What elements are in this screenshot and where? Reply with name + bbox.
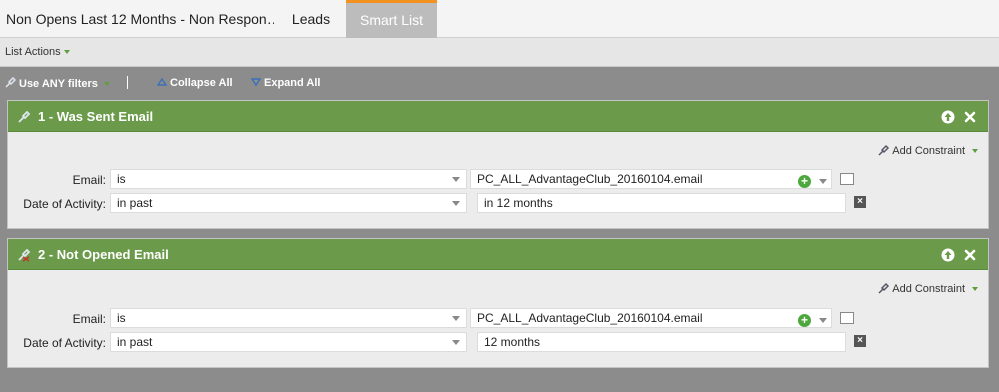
tab-smart-list-name[interactable]: Non Opens Last 12 Months - Non Respon…: [6, 0, 274, 38]
date-of-activity-label: Date of Activity:: [23, 197, 106, 211]
email-operator-select[interactable]: is: [110, 308, 467, 328]
delete-row-icon[interactable]: ×: [854, 335, 866, 347]
not-filter-icon: [18, 248, 31, 262]
filter-group-header[interactable]: 1 - Was Sent Email: [8, 101, 988, 132]
chevron-down-icon: [452, 177, 460, 182]
divider: [127, 76, 128, 89]
filter-group-2: 2 - Not Opened Email Add Constraint Emai…: [7, 238, 989, 368]
arrow-up-icon[interactable]: [941, 248, 955, 262]
chevron-down-icon[interactable]: [819, 179, 827, 184]
expand-all-label: Expand All: [264, 77, 321, 89]
email-value: PC_ALL_AdvantageClub_20160104.email: [477, 172, 703, 186]
filter-group-1: 1 - Was Sent Email Add Constraint Email:…: [7, 100, 989, 229]
email-operator-select[interactable]: is: [110, 169, 467, 189]
chevron-down-icon: [452, 340, 460, 345]
add-constraint-button[interactable]: Add Constraint: [878, 282, 978, 295]
use-any-filters-label: Use ANY filters: [19, 78, 98, 90]
email-value-select[interactable]: PC_ALL_AdvantageClub_20160104.email: [470, 308, 832, 328]
date-value-field[interactable]: in 12 months: [477, 193, 846, 213]
date-value-field[interactable]: 12 months: [477, 332, 846, 352]
chevron-down-icon: [972, 287, 978, 292]
plus-circle-icon[interactable]: +: [798, 314, 811, 327]
filter-icon: [5, 76, 17, 88]
add-constraint-label: Add Constraint: [892, 145, 965, 157]
chevron-down-icon[interactable]: [819, 318, 827, 323]
add-constraint-label: Add Constraint: [892, 283, 965, 295]
date-operator-value: in past: [117, 335, 153, 349]
filter-group-title: 2 - Not Opened Email: [38, 247, 169, 262]
email-operator-value: is: [117, 311, 126, 325]
chevron-down-icon: [972, 149, 978, 154]
list-actions-menu[interactable]: List Actions: [5, 46, 70, 58]
arrow-up-icon[interactable]: [941, 110, 955, 124]
date-operator-select[interactable]: in past: [110, 332, 467, 352]
list-actions-bar: List Actions: [0, 38, 999, 67]
plus-circle-icon[interactable]: +: [798, 175, 811, 188]
date-value: 12 months: [484, 335, 541, 349]
use-any-filters-menu[interactable]: Use ANY filters: [5, 76, 110, 90]
email-label: Email:: [72, 312, 106, 326]
email-value: PC_ALL_AdvantageClub_20160104.email: [477, 311, 703, 325]
chevron-down-icon: [452, 201, 460, 206]
filter-control-bar: Use ANY filters Collapse All Expand All: [0, 67, 999, 99]
collapse-all-button[interactable]: Collapse All: [156, 77, 233, 89]
top-tab-bar: Non Opens Last 12 Months - Non Respon… L…: [0, 0, 999, 38]
date-operator-value: in past: [117, 196, 153, 210]
filter-group-title: 1 - Was Sent Email: [38, 109, 154, 124]
filter-icon: [18, 110, 31, 123]
expand-all-button[interactable]: Expand All: [250, 77, 321, 89]
collapse-triangle-icon: [156, 77, 168, 86]
close-icon[interactable]: [963, 248, 977, 262]
filter-icon: [878, 144, 890, 156]
email-operator-value: is: [117, 172, 126, 186]
expand-triangle-icon: [250, 78, 262, 87]
close-icon[interactable]: [963, 110, 977, 124]
delete-row-icon[interactable]: ×: [854, 196, 866, 208]
tab-smart-list[interactable]: Smart List: [346, 0, 437, 38]
filter-group-header[interactable]: 2 - Not Opened Email: [8, 239, 988, 270]
list-actions-label: List Actions: [5, 46, 61, 58]
browse-icon[interactable]: [840, 312, 854, 324]
chevron-down-icon: [63, 50, 70, 55]
date-value: in 12 months: [484, 196, 553, 210]
date-of-activity-label: Date of Activity:: [23, 336, 106, 350]
email-label: Email:: [72, 173, 106, 187]
date-operator-select[interactable]: in past: [110, 193, 467, 213]
add-constraint-button[interactable]: Add Constraint: [878, 144, 978, 157]
chevron-down-icon: [103, 82, 110, 87]
chevron-down-icon: [452, 316, 460, 321]
collapse-all-label: Collapse All: [170, 77, 233, 89]
browse-icon[interactable]: [840, 173, 854, 185]
tab-leads[interactable]: Leads: [276, 0, 346, 38]
filter-icon: [878, 282, 890, 294]
email-value-select[interactable]: PC_ALL_AdvantageClub_20160104.email: [470, 169, 832, 189]
